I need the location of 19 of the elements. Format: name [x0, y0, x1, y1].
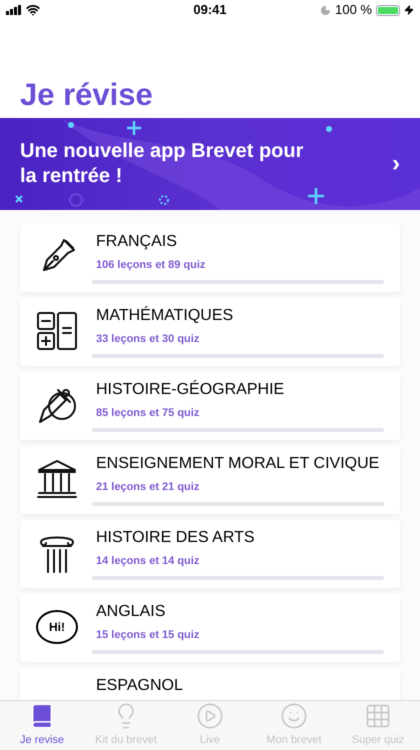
lesson-count: 106 leçons et 89 quiz: [95, 258, 206, 273]
subject-title: HISTOIRE DES ARTS: [95, 528, 256, 548]
status-time: 09:41: [193, 1, 227, 20]
page-title: Je révise: [20, 79, 153, 110]
lesson-count: 33 leçons et 30 quiz: [95, 332, 200, 347]
subject-title: ANGLAIS: [95, 602, 166, 622]
subject-title: FRANÇAIS: [95, 232, 178, 252]
battery-percent: 100 %: [335, 1, 372, 20]
subject-title: ENSEIGNEMENT MORAL ET CIVIQUE: [95, 454, 380, 474]
subject-title: MATHÉMATIQUES: [95, 306, 234, 326]
banner-text: Une nouvelle app Brevet pour la rentrée !: [20, 139, 304, 189]
chevron-icon: ›: [392, 146, 400, 182]
subject-title: HISTOIRE-GÉOGRAPHIE: [95, 380, 286, 400]
lesson-count: 21 leçons et 21 quiz: [95, 480, 200, 495]
lesson-count: 15 leçons et 15 quiz: [95, 628, 200, 643]
speech-bubble-icon: Hi!: [36, 610, 78, 644]
subject-title: ESPAGNOL: [95, 676, 184, 696]
lesson-count: 14 leçons et 14 quiz: [95, 554, 200, 569]
lesson-count: 85 leçons et 75 quiz: [95, 406, 200, 421]
